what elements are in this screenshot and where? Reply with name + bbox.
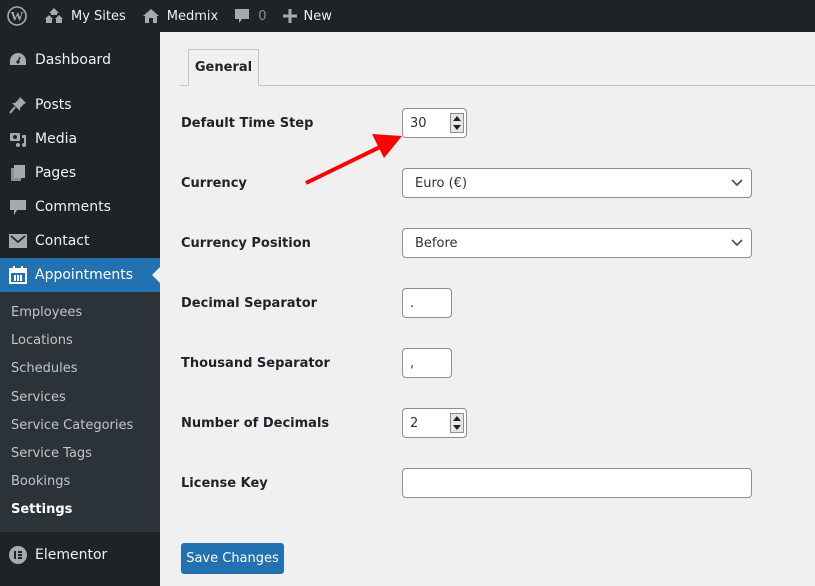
- elementor-icon: [0, 545, 36, 564]
- spin-down-icon[interactable]: [453, 425, 461, 430]
- submenu-item-bookings[interactable]: Bookings: [0, 468, 160, 496]
- home-icon: [142, 9, 159, 23]
- sidebar-item-pages[interactable]: Pages: [0, 156, 160, 190]
- spin-down-icon[interactable]: [453, 125, 461, 130]
- sidebar-label: Contact: [35, 233, 90, 249]
- annotation-arrow: [305, 134, 402, 185]
- number-of-decimals-label: Number of Decimals: [181, 415, 330, 431]
- chevron-down-icon: [731, 179, 743, 187]
- wordpress-logo-icon: W: [7, 6, 27, 26]
- currency-position-select[interactable]: Before: [402, 228, 752, 258]
- submenu-item-service-tags[interactable]: Service Tags: [0, 440, 160, 468]
- settings-tabs: General: [180, 49, 815, 86]
- default-time-step-input[interactable]: 30: [402, 108, 467, 138]
- sidebar-item-posts[interactable]: Posts: [0, 88, 160, 122]
- number-of-decimals-input[interactable]: 2: [402, 408, 467, 438]
- dashboard-icon: [0, 51, 36, 69]
- my-sites-label: My Sites: [71, 8, 126, 24]
- pages-icon: [0, 164, 36, 182]
- comment-icon: [235, 9, 250, 23]
- thousand-separator-value: ,: [410, 355, 415, 371]
- site-name-label: Medmix: [166, 8, 219, 24]
- sidebar-item-comments[interactable]: Comments: [0, 190, 160, 224]
- media-icon: [0, 130, 36, 148]
- save-changes-button[interactable]: Save Changes: [181, 543, 284, 574]
- my-sites-icon: [45, 8, 63, 23]
- sidebar-item-contact[interactable]: Contact: [0, 224, 160, 258]
- submenu-item-schedules[interactable]: Schedules: [0, 355, 160, 383]
- row-currency-position: Currency Position Before: [181, 228, 752, 258]
- sidebar-item-media[interactable]: Media: [0, 122, 160, 156]
- envelope-icon: [0, 234, 36, 248]
- appointments-submenu: Employees Locations Schedules Services S…: [0, 292, 160, 532]
- comment-count: 0: [258, 8, 267, 24]
- comments-menu[interactable]: 0: [226, 0, 274, 32]
- submenu-item-services[interactable]: Services: [0, 384, 160, 412]
- thousand-separator-label: Thousand Separator: [181, 355, 330, 371]
- chevron-down-icon: [731, 239, 743, 247]
- decimal-separator-input[interactable]: .: [402, 288, 452, 318]
- currency-select[interactable]: Euro (€): [402, 168, 752, 198]
- number-of-decimals-value: 2: [410, 415, 419, 431]
- spin-up-icon[interactable]: [453, 116, 461, 121]
- new-content-menu[interactable]: New: [275, 0, 340, 32]
- sidebar-label: Dashboard: [35, 52, 111, 68]
- spin-up-icon[interactable]: [453, 416, 461, 421]
- my-sites-menu[interactable]: My Sites: [36, 0, 134, 32]
- new-label: New: [303, 8, 332, 24]
- default-time-step-value: 30: [410, 115, 427, 131]
- settings-content: General Default Time Step 30 Currency Eu…: [160, 32, 815, 586]
- admin-bar: W My Sites Medmix 0 New: [0, 0, 815, 32]
- sidebar-label: Comments: [35, 199, 111, 215]
- row-thousand-separator: Thousand Separator ,: [181, 348, 452, 378]
- sidebar-label: Appointments: [35, 267, 134, 283]
- license-key-input[interactable]: [402, 468, 752, 498]
- site-name-menu[interactable]: Medmix: [134, 0, 226, 32]
- submenu-item-employees[interactable]: Employees: [0, 299, 160, 327]
- currency-position-value: Before: [415, 235, 458, 251]
- sidebar-item-dashboard[interactable]: Dashboard: [0, 43, 160, 77]
- decimal-separator-label: Decimal Separator: [181, 295, 318, 311]
- sidebar-item-elementor[interactable]: Elementor: [0, 538, 160, 572]
- row-license-key: License Key: [181, 468, 752, 498]
- decimal-separator-value: .: [410, 295, 415, 311]
- sidebar-label: Media: [35, 131, 78, 147]
- admin-sidebar: Dashboard Posts Media Pages Comments Con…: [0, 32, 160, 586]
- sidebar-label: Pages: [35, 165, 77, 181]
- default-time-step-spinner[interactable]: [450, 113, 464, 133]
- sidebar-label: Posts: [35, 97, 72, 113]
- number-of-decimals-spinner[interactable]: [450, 413, 464, 433]
- license-key-label: License Key: [181, 475, 268, 491]
- thousand-separator-input[interactable]: ,: [402, 348, 452, 378]
- submenu-item-locations[interactable]: Locations: [0, 327, 160, 355]
- calendar-icon: [0, 266, 36, 284]
- row-currency: Currency Euro (€): [181, 168, 752, 198]
- pin-icon: [0, 96, 36, 114]
- sidebar-label: Elementor: [35, 546, 108, 563]
- tab-general[interactable]: General: [188, 49, 259, 86]
- currency-value: Euro (€): [415, 175, 468, 191]
- row-number-of-decimals: Number of Decimals 2: [181, 408, 467, 438]
- svg-text:W: W: [11, 9, 24, 24]
- sidebar-item-appointments[interactable]: Appointments: [0, 258, 160, 292]
- submenu-item-settings[interactable]: Settings: [0, 496, 160, 524]
- active-indicator: [152, 267, 160, 283]
- comments-icon: [0, 198, 36, 216]
- plus-icon: [282, 9, 297, 23]
- submenu-item-service-categories[interactable]: Service Categories: [0, 412, 160, 440]
- currency-position-label: Currency Position: [181, 235, 311, 251]
- row-decimal-separator: Decimal Separator .: [181, 288, 452, 318]
- wordpress-menu[interactable]: W: [0, 0, 36, 32]
